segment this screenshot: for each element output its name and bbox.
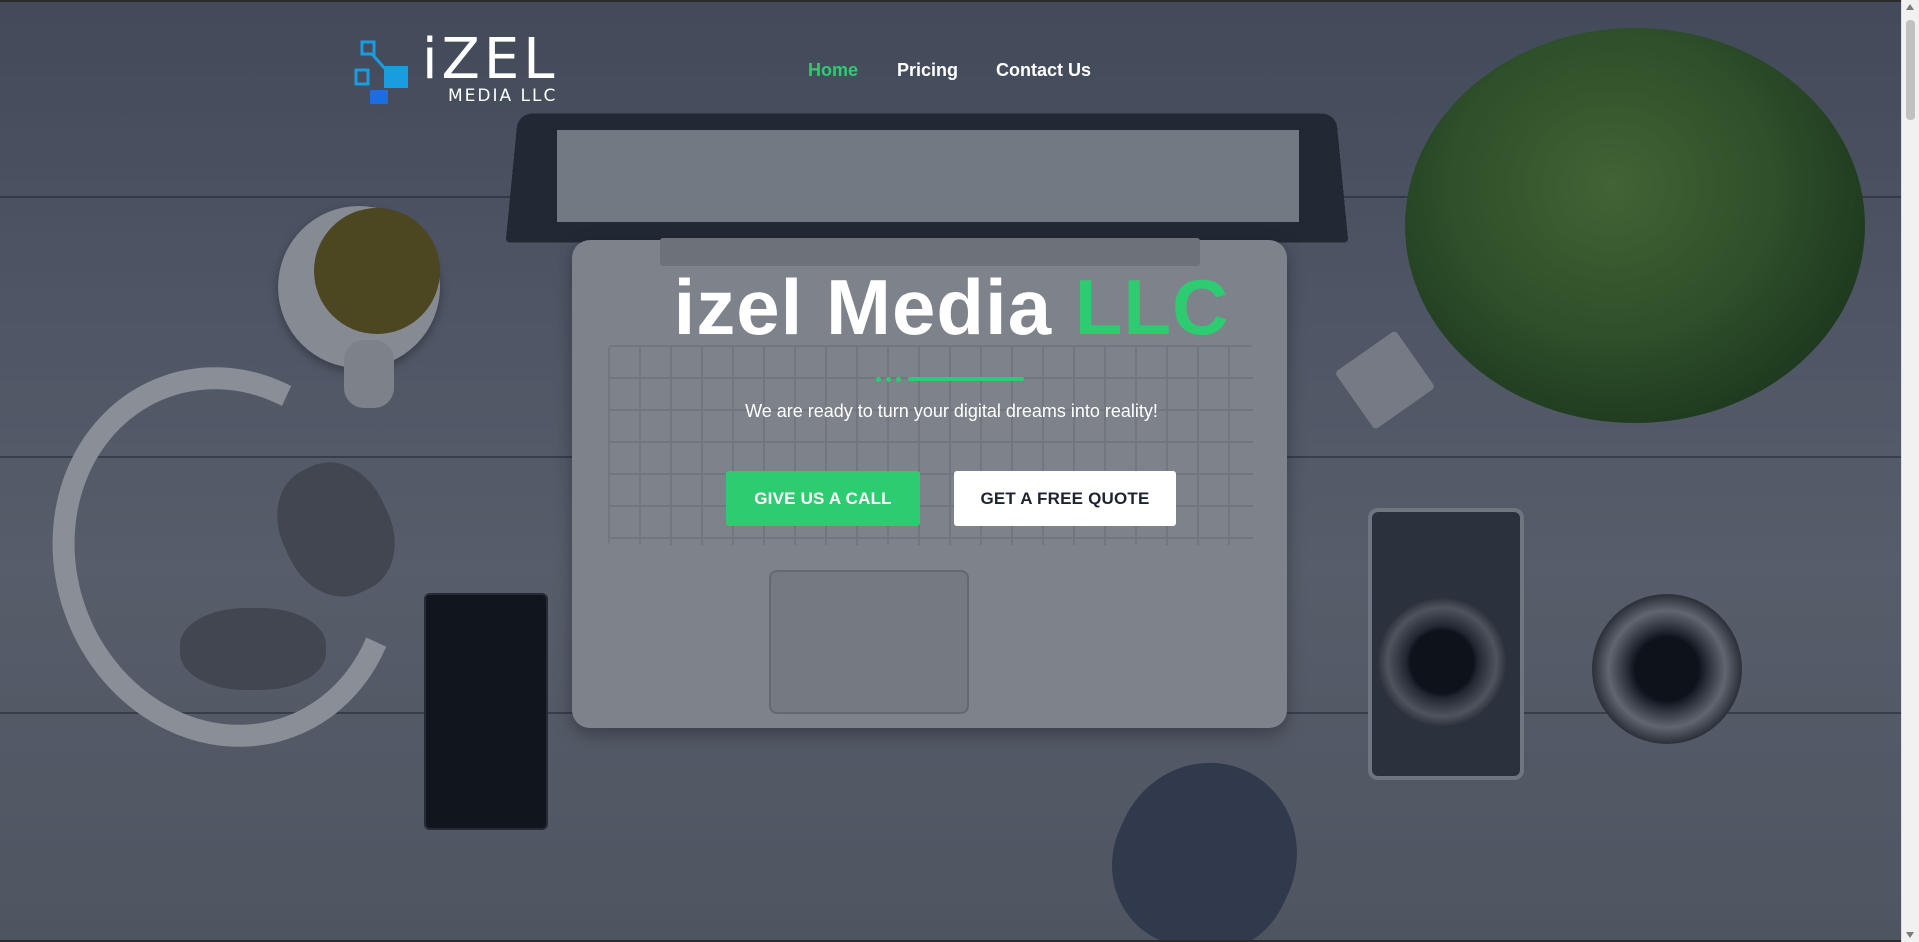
nav-contact-link[interactable]: Contact Us — [996, 60, 1091, 81]
hero-title-main: izel Media — [673, 263, 1075, 351]
free-quote-button[interactable]: GET A FREE QUOTE — [954, 471, 1176, 526]
logo-wordmark: iZEL — [422, 27, 559, 92]
divider-dot — [896, 377, 901, 382]
divider-dot — [876, 377, 881, 382]
logo-subtitle: MEDIA LLC — [448, 86, 558, 106]
scroll-down-arrow-icon[interactable] — [1906, 932, 1914, 938]
divider-dot — [886, 377, 891, 382]
logo[interactable]: iZEL MEDIA LLC — [354, 30, 579, 108]
hero-subtitle: We are ready to turn your digital dreams… — [745, 401, 1158, 421]
hero-title-accent: LLC — [1074, 263, 1230, 351]
scroll-thumb[interactable] — [1906, 20, 1915, 120]
nav-pricing-link[interactable]: Pricing — [897, 60, 958, 81]
give-us-a-call-button[interactable]: GIVE US A CALL — [726, 471, 920, 526]
logo-mark-icon — [354, 40, 408, 104]
divider-line — [908, 377, 1024, 381]
hero-title: izel Media LLC — [0, 262, 1903, 352]
scroll-up-arrow-icon[interactable] — [1906, 4, 1914, 10]
title-divider — [876, 377, 1024, 383]
vertical-scrollbar[interactable] — [1901, 0, 1919, 942]
nav-home-link[interactable]: Home — [808, 60, 858, 81]
window-top-edge — [0, 0, 1919, 2]
